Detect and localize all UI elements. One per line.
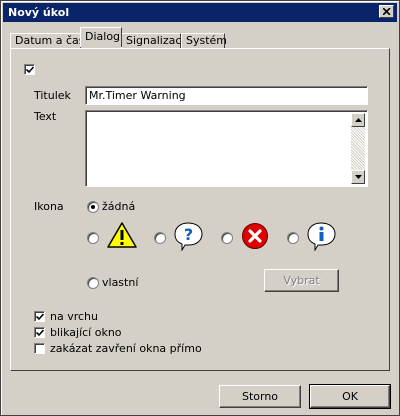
disable-close-label: zakázat zavření okna přímo — [50, 342, 202, 355]
flashing-window-label: blikající okno — [50, 326, 122, 339]
icon-radio-warning[interactable] — [87, 232, 99, 244]
checkmark-icon — [36, 313, 44, 321]
scroll-up-button[interactable] — [351, 113, 365, 127]
icon-radio-info[interactable] — [287, 232, 299, 244]
tab-label: Systém — [186, 34, 228, 47]
on-top-label: na vrchu — [50, 310, 98, 323]
flashing-window-checkbox[interactable] — [34, 327, 45, 338]
svg-text:?: ? — [184, 225, 193, 244]
tab-system[interactable]: Systém — [181, 33, 228, 49]
on-top-checkbox[interactable] — [34, 311, 45, 322]
radio-selected-dot — [91, 205, 95, 209]
icon-none-label: žádná — [102, 200, 136, 213]
text-area[interactable] — [85, 110, 368, 187]
icon-label: Ikona — [34, 200, 64, 213]
checkmark-icon — [26, 66, 34, 74]
checkmark-icon — [36, 329, 44, 337]
arrow-up-icon — [355, 118, 362, 122]
text-scrollbar[interactable] — [351, 113, 365, 184]
tab-datum-a-cas[interactable]: Datum a čas — [10, 33, 85, 49]
tab-label: Signalizace — [126, 34, 189, 47]
icon-radio-question[interactable] — [154, 232, 166, 244]
warning-icon[interactable] — [106, 221, 138, 249]
close-icon — [383, 8, 391, 15]
choose-icon-button[interactable]: Vybrat — [264, 269, 339, 292]
error-icon[interactable] — [241, 222, 269, 250]
icon-custom-label: vlastní — [102, 276, 139, 289]
title-label: Titulek — [34, 89, 71, 102]
close-button[interactable] — [379, 5, 394, 18]
disable-close-checkbox[interactable] — [34, 343, 45, 354]
tab-dialog[interactable]: Dialog — [80, 27, 122, 47]
info-icon[interactable] — [306, 221, 338, 251]
arrow-down-icon — [355, 175, 362, 179]
title-bar[interactable]: Nový úkol — [3, 3, 397, 22]
dialog-window: Nový úkol Datum a čas Dialog Signalizace… — [0, 0, 400, 416]
tab-label: Datum a čas — [15, 34, 85, 47]
ok-button[interactable]: OK — [309, 384, 391, 409]
tab-label: Dialog — [85, 30, 121, 43]
tab-panel-dialog: Titulek Text Ikona žádná — [10, 48, 390, 371]
window-title: Nový úkol — [8, 6, 70, 19]
enable-dialog-checkbox[interactable] — [24, 64, 35, 75]
title-input[interactable] — [85, 86, 368, 105]
scroll-down-button[interactable] — [351, 170, 365, 184]
icon-radio-error[interactable] — [221, 232, 233, 244]
icon-radio-none[interactable] — [87, 201, 99, 213]
cancel-button[interactable]: Storno — [219, 385, 301, 408]
icon-radio-custom[interactable] — [87, 277, 99, 289]
tab-signalizace[interactable]: Signalizace — [121, 33, 188, 49]
question-icon[interactable]: ? — [173, 221, 205, 251]
text-label: Text — [34, 110, 57, 123]
